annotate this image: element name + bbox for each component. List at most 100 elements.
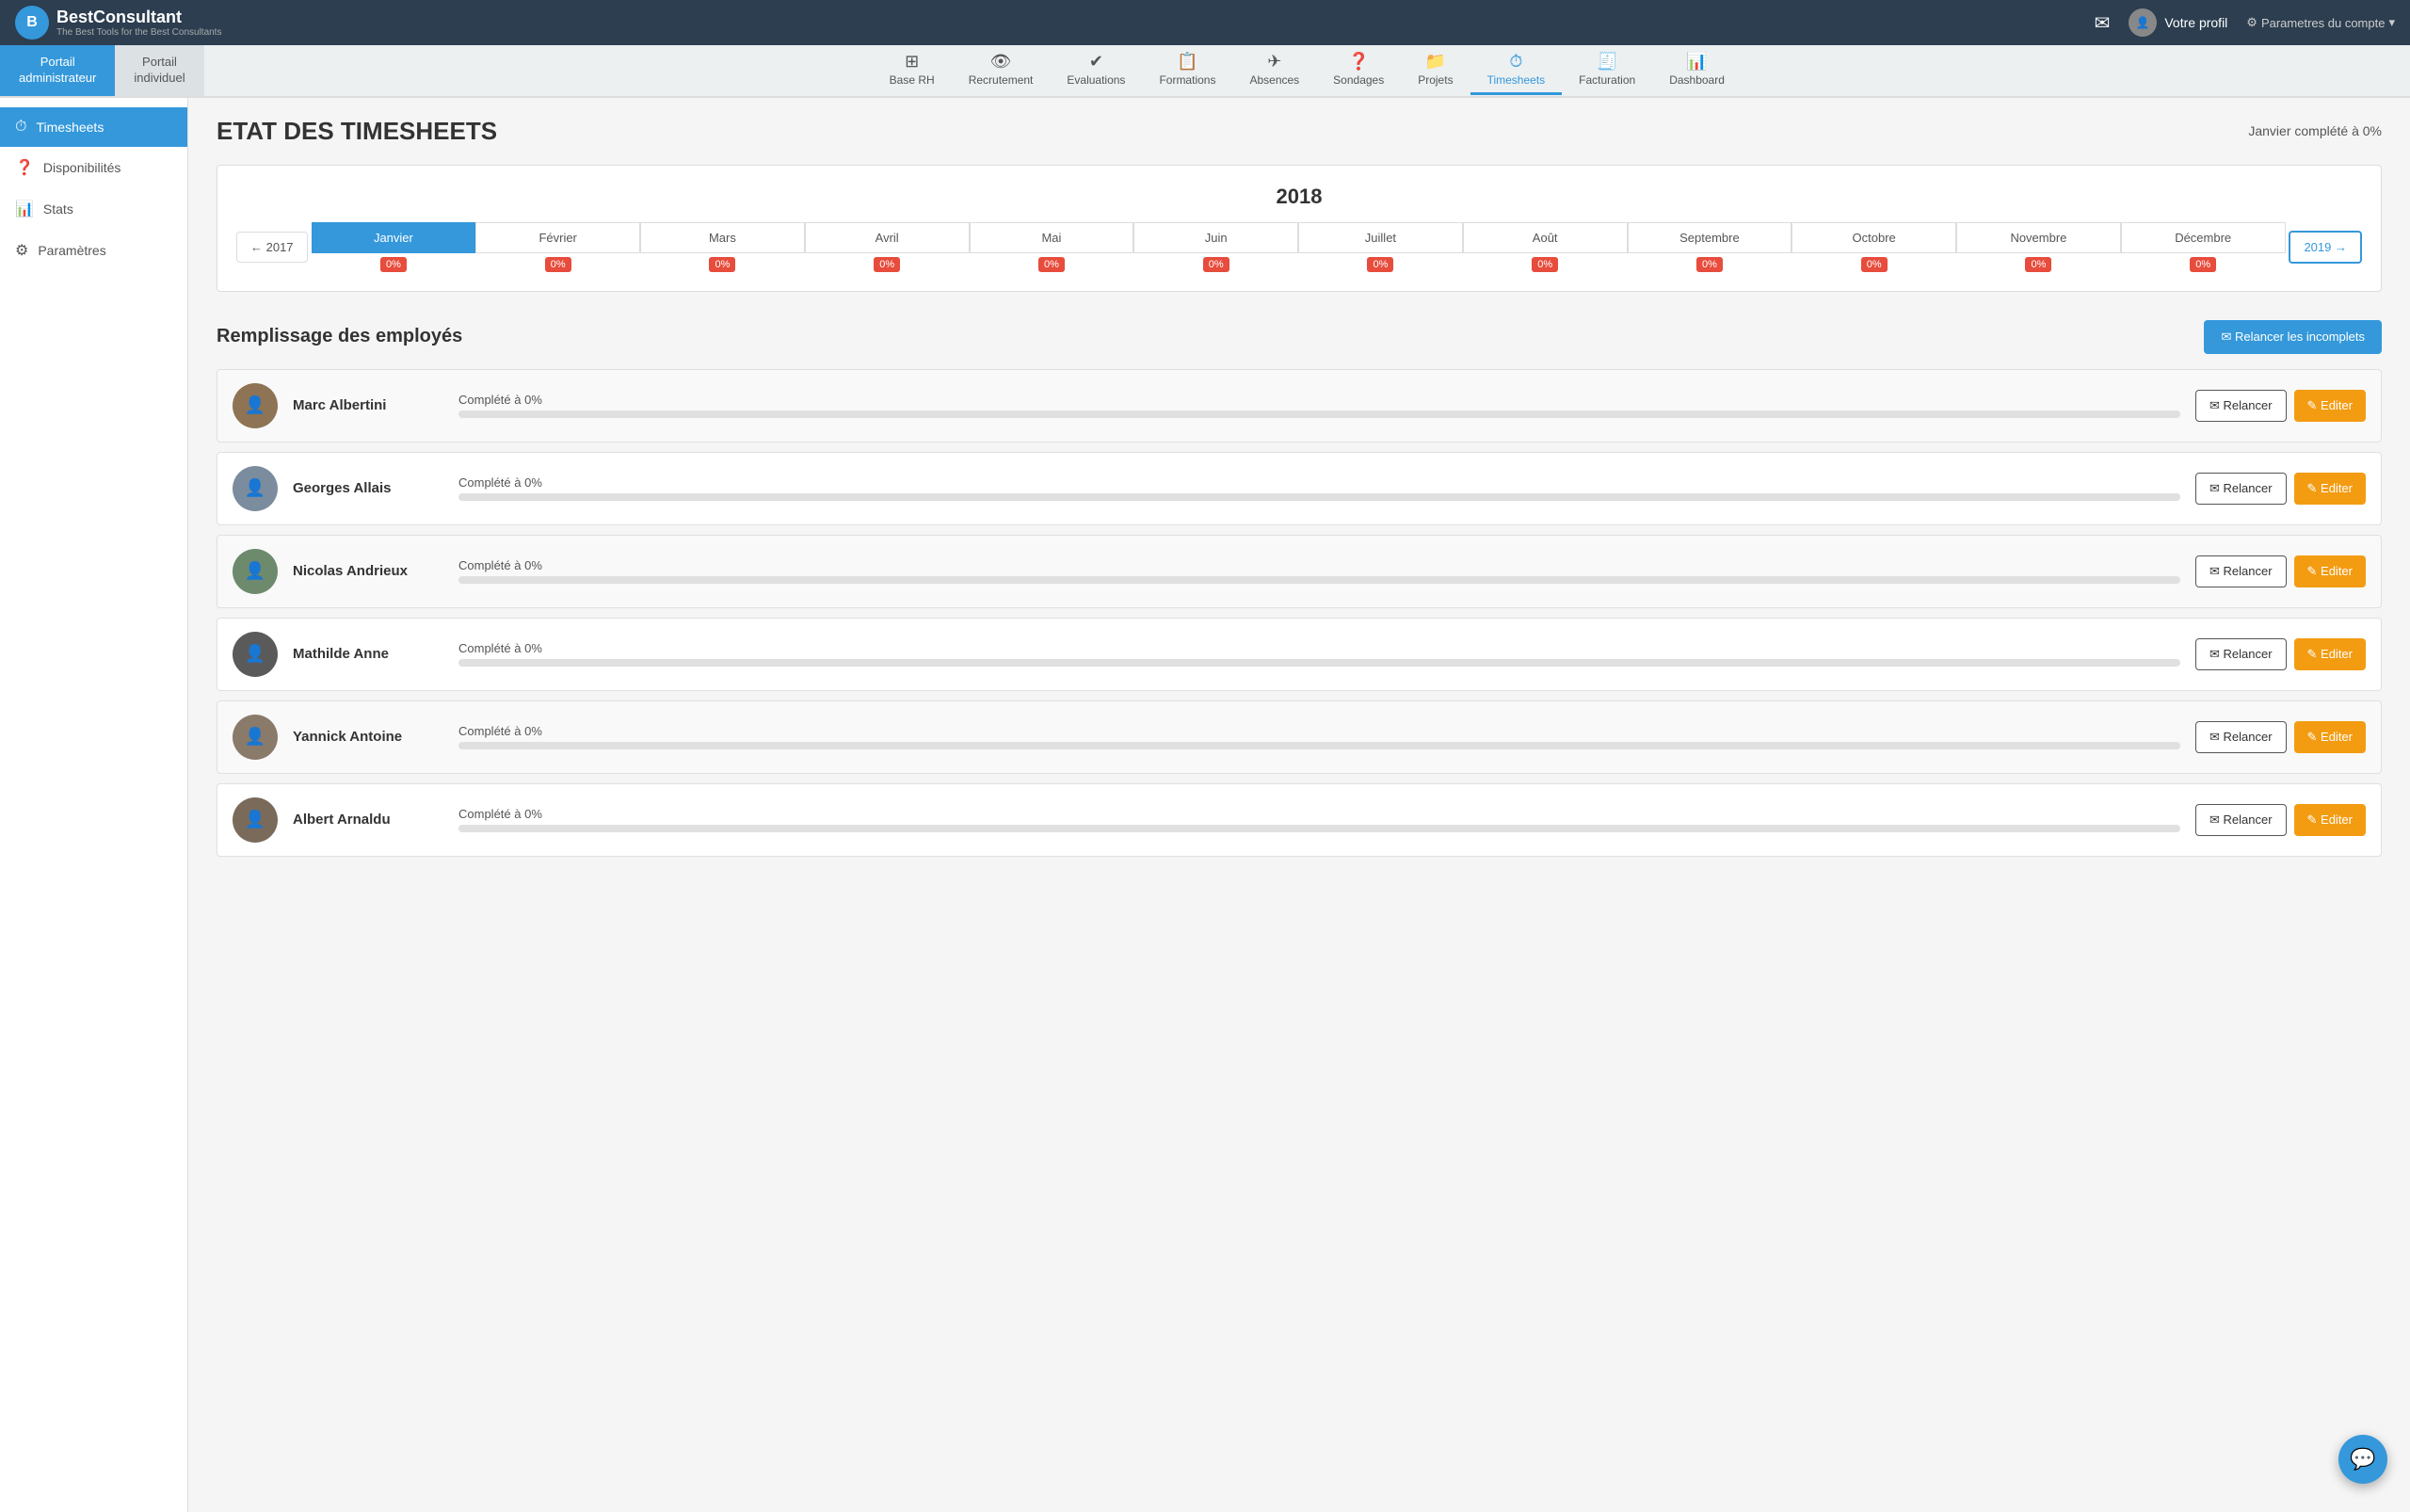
employees-list: 👤 Marc Albertini Complété à 0% ✉ Relance… <box>217 369 2382 857</box>
editer-button[interactable]: ✎ Editer <box>2294 390 2366 422</box>
employee-actions: ✉ Relancer ✎ Editer <box>2195 555 2366 587</box>
section-title: Remplissage des employés <box>217 326 462 347</box>
month-button-décembre[interactable]: Décembre <box>2121 222 2286 253</box>
editer-button[interactable]: ✎ Editer <box>2294 721 2366 753</box>
employee-progress-area: Complété à 0% <box>458 393 2180 418</box>
month-badge-août: 0% <box>1532 257 1558 272</box>
editer-button[interactable]: ✎ Editer <box>2294 555 2366 587</box>
nav-icon: ✈ <box>1267 52 1281 72</box>
employee-progress-bar <box>458 742 2180 749</box>
month-button-septembre[interactable]: Septembre <box>1628 222 1792 253</box>
prev-year-button[interactable]: ← 2017 <box>236 232 308 263</box>
portal-tab-individual[interactable]: Portailindividuel <box>115 45 203 96</box>
month-button-octobre[interactable]: Octobre <box>1791 222 1956 253</box>
status-text: Janvier complété à 0% <box>2248 123 2382 138</box>
employee-name: Nicolas Andrieux <box>293 563 443 579</box>
relancer-button[interactable]: ✉ Relancer <box>2195 390 2287 422</box>
nav-icon: ✔ <box>1089 52 1103 72</box>
nav-item-facturation[interactable]: 🧾Facturation <box>1562 46 1652 95</box>
month-col-décembre: Décembre0% <box>2121 222 2286 272</box>
month-badge-mai: 0% <box>1038 257 1065 272</box>
sidebar-item-stats[interactable]: 📊Stats <box>0 188 187 230</box>
editer-button[interactable]: ✎ Editer <box>2294 473 2366 505</box>
params-area[interactable]: ⚙ Parametres du compte ▾ <box>2246 15 2395 30</box>
employee-name: Mathilde Anne <box>293 646 443 662</box>
relancer-button[interactable]: ✉ Relancer <box>2195 638 2287 670</box>
employees-header: Remplissage des employés ✉ Relancer les … <box>217 320 2382 354</box>
month-col-août: Août 0% <box>1463 222 1628 272</box>
nav-item-dashboard[interactable]: 📊Dashboard <box>1652 46 1742 95</box>
sidebar-item-paramètres[interactable]: ⚙Paramètres <box>0 230 187 271</box>
employee-row: 👤 Nicolas Andrieux Complété à 0% ✉ Relan… <box>217 535 2382 608</box>
month-button-novembre[interactable]: Novembre <box>1956 222 2121 253</box>
nav-item-absences[interactable]: ✈Absences <box>1232 46 1316 95</box>
employee-row: 👤 Mathilde Anne Complété à 0% ✉ Relancer… <box>217 618 2382 691</box>
sidebar-item-disponibilités[interactable]: ❓Disponibilités <box>0 147 187 188</box>
employee-progress-label: Complété à 0% <box>458 558 2180 572</box>
nav-tabs-bar: Portailadministrateur Portailindividuel … <box>0 45 2410 98</box>
sidebar-item-timesheets[interactable]: ⏱Timesheets <box>0 107 187 147</box>
month-button-août[interactable]: Août <box>1463 222 1628 253</box>
header-right: ✉ 👤 Votre profil ⚙ Parametres du compte … <box>2095 8 2395 37</box>
nav-item-recrutement[interactable]: 👁Recrutement <box>952 46 1051 95</box>
month-button-avril[interactable]: Avril <box>805 222 970 253</box>
month-button-mars[interactable]: Mars <box>640 222 805 253</box>
month-button-janvier[interactable]: Janvier <box>312 222 476 253</box>
month-button-mai[interactable]: Mai <box>970 222 1134 253</box>
month-col-juillet: Juillet0% <box>1298 222 1463 272</box>
page-header: ETAT DES TIMESHEETS Janvier complété à 0… <box>217 117 2382 146</box>
employee-progress-bar <box>458 576 2180 584</box>
sidebar-icon: 📊 <box>15 200 34 218</box>
month-button-février[interactable]: Février <box>475 222 640 253</box>
relancer-button[interactable]: ✉ Relancer <box>2195 721 2287 753</box>
month-badge-mars: 0% <box>709 257 735 272</box>
main-nav: ⊞Base RH👁Recrutement✔Evaluations📋Formati… <box>204 45 2410 96</box>
employee-row: 👤 Georges Allais Complété à 0% ✉ Relance… <box>217 452 2382 525</box>
nav-item-formations[interactable]: 📋Formations <box>1142 46 1232 95</box>
nav-icon: ⏱ <box>1509 52 1522 72</box>
employee-avatar: 👤 <box>233 383 278 428</box>
employee-row: 👤 Albert Arnaldu Complété à 0% ✉ Relance… <box>217 783 2382 857</box>
logo-icon: B <box>15 6 49 40</box>
employee-actions: ✉ Relancer ✎ Editer <box>2195 804 2366 836</box>
profile-area[interactable]: 👤 Votre profil <box>2129 8 2227 37</box>
month-col-mars: Mars 0% <box>640 222 805 272</box>
page-title: ETAT DES TIMESHEETS <box>217 117 497 146</box>
relancer-button[interactable]: ✉ Relancer <box>2195 473 2287 505</box>
relancer-button[interactable]: ✉ Relancer <box>2195 804 2287 836</box>
editer-button[interactable]: ✎ Editer <box>2294 804 2366 836</box>
month-col-novembre: Novembre 0% <box>1956 222 2121 272</box>
employee-avatar: 👤 <box>233 466 278 511</box>
nav-item-evaluations[interactable]: ✔Evaluations <box>1050 46 1142 95</box>
month-col-mai: Mai 0% <box>970 222 1134 272</box>
month-badge-novembre: 0% <box>2025 257 2051 272</box>
employee-actions: ✉ Relancer ✎ Editer <box>2195 473 2366 505</box>
nav-item-projets[interactable]: 📁Projets <box>1401 46 1470 95</box>
month-col-octobre: Octobre 0% <box>1791 222 1956 272</box>
mail-icon[interactable]: ✉ <box>2095 11 2111 35</box>
employee-avatar: 👤 <box>233 715 278 760</box>
month-button-juin[interactable]: Juin <box>1133 222 1298 253</box>
chat-bubble[interactable]: 💬 <box>2338 1435 2387 1484</box>
relancer-all-button[interactable]: ✉ Relancer les incomplets <box>2204 320 2382 354</box>
nav-item-base-rh[interactable]: ⊞Base RH <box>873 46 952 95</box>
nav-item-sondages[interactable]: ❓Sondages <box>1316 46 1401 95</box>
nav-icon: ⊞ <box>905 52 919 72</box>
nav-icon: 📋 <box>1177 52 1197 72</box>
month-button-juillet[interactable]: Juillet <box>1298 222 1463 253</box>
params-label: Parametres du compte <box>2261 16 2386 30</box>
month-badge-octobre: 0% <box>1861 257 1888 272</box>
month-badge-juin: 0% <box>1203 257 1229 272</box>
next-year-button[interactable]: 2019 → <box>2289 231 2362 264</box>
portal-tab-admin[interactable]: Portailadministrateur <box>0 45 115 96</box>
relancer-button[interactable]: ✉ Relancer <box>2195 555 2287 587</box>
month-col-septembre: Septembre 0% <box>1628 222 1792 272</box>
editer-button[interactable]: ✎ Editer <box>2294 638 2366 670</box>
employee-avatar: 👤 <box>233 797 278 843</box>
nav-icon: 📁 <box>1425 52 1446 72</box>
employee-progress-bar <box>458 493 2180 501</box>
month-badge-septembre: 0% <box>1696 257 1723 272</box>
nav-item-timesheets[interactable]: ⏱Timesheets <box>1470 46 1563 95</box>
month-col-juin: Juin 0% <box>1133 222 1298 272</box>
year-section: 2018 ← 2017 Janvier0%Février0%Mars0%Avri… <box>217 165 2382 292</box>
